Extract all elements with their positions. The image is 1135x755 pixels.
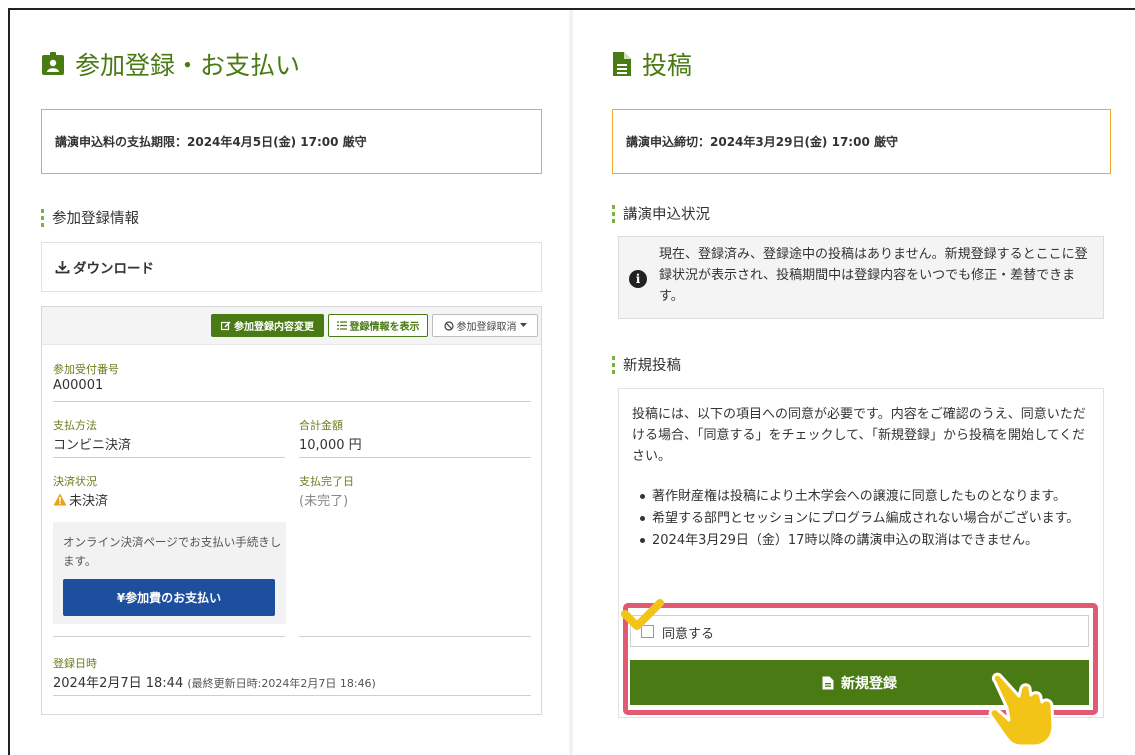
heading-marker: [612, 355, 615, 374]
registered-at-value: 2024年2月7日 18:44: [53, 676, 184, 691]
caret-down-icon: [519, 323, 527, 327]
id-badge-icon: [42, 52, 64, 75]
submission-deadline-notice: 講演申込締切：2024年3月29日(金) 17:00 厳守: [612, 109, 1111, 174]
registration-info-heading: 参加登録情報: [41, 207, 139, 228]
field-divider: [53, 695, 531, 696]
agree-checkbox-row[interactable]: 同意する: [630, 615, 1089, 647]
submission-deadline-text: 講演申込締切：2024年3月29日(金) 17:00 厳守: [626, 135, 898, 149]
new-submission-heading: 新規投稿: [612, 354, 681, 375]
registration-card: 参加登録内容変更 登録情報を表示 参加登録取消 参加受付番号 A00001 支払…: [41, 306, 542, 715]
last-updated-value: (最終更新日時:2024年2月7日 18:46): [187, 677, 376, 690]
registered-at: 2024年2月7日 18:44 (最終更新日時:2024年2月7日 18:46): [53, 672, 376, 691]
download-label: ダウンロード: [73, 261, 154, 277]
payment-deadline-notice: 講演申込料の支払期限：2024年4月5日(金) 17:00 厳守: [41, 109, 542, 174]
new-registration-label: 新規登録: [841, 675, 897, 692]
payment-status-label: 決済状況: [53, 475, 97, 488]
list-icon: [336, 321, 347, 330]
terms-list: 著作財産権は投稿により土木学会への譲渡に同意したものとなります。 希望する部門と…: [632, 486, 1098, 552]
new-submission-heading-text: 新規投稿: [623, 358, 681, 374]
cancel-registration-dropdown[interactable]: 参加登録取消: [432, 314, 538, 337]
submission-status-heading-text: 講演申込状況: [623, 207, 710, 223]
registration-toolbar: 参加登録内容変更 登録情報を表示 参加登録取消: [42, 307, 541, 345]
payment-method-value: コンビニ決済: [53, 438, 132, 453]
new-submission-intro: 投稿には、以下の項目への同意が必要です。内容をご確認のうえ、同意いただける場合、…: [632, 407, 1086, 464]
pay-fee-button[interactable]: ¥参加費のお支払い: [63, 579, 275, 616]
registration-info-heading-text: 参加登録情報: [52, 211, 139, 227]
online-payment-text: オンライン決済ページでお支払い手続きします。: [63, 535, 282, 568]
field-divider: [299, 636, 531, 637]
submission-title-text: 投稿: [642, 51, 693, 80]
download-card: ダウンロード: [41, 242, 542, 292]
cancel-registration-label: 参加登録取消: [456, 322, 517, 333]
info-icon: i: [629, 270, 647, 288]
heading-marker: [41, 208, 44, 227]
submission-status-info: i 現在、登録済み、登録途中の投稿はありません。新規登録するとここに登録状況が表…: [618, 236, 1104, 319]
payment-status-value: 未決済: [69, 494, 109, 509]
reception-number-label: 参加受付番号: [53, 363, 119, 376]
terms-item: 希望する部門とセッションにプログラム編成されない場合がございます。: [632, 508, 1098, 529]
show-registration-button[interactable]: 登録情報を表示: [328, 314, 428, 337]
ban-icon: [443, 320, 454, 331]
field-divider: [53, 457, 285, 458]
edit-icon: [221, 320, 231, 330]
edit-registration-label: 参加登録内容変更: [234, 322, 314, 333]
payment-status: 未決済: [53, 490, 108, 509]
terms-item: 2024年3月29日（金）17時以降の講演申込の取消はできません。: [632, 530, 1098, 551]
download-link[interactable]: ダウンロード: [55, 257, 154, 277]
payment-deadline-text: 講演申込料の支払期限：2024年4月5日(金) 17:00 厳守: [55, 135, 367, 149]
payment-method-label: 支払方法: [53, 419, 97, 432]
download-icon: [55, 261, 70, 274]
field-divider: [53, 636, 285, 637]
document-icon: [822, 676, 834, 689]
total-amount-label: 合計金額: [299, 419, 343, 432]
terms-item: 著作財産権は投稿により土木学会への譲渡に同意したものとなります。: [632, 486, 1098, 507]
edit-registration-button[interactable]: 参加登録内容変更: [211, 314, 324, 337]
field-divider: [299, 457, 531, 458]
submission-status-text: 現在、登録済み、登録途中の投稿はありません。新規登録するとここに登録状況が表示さ…: [659, 247, 1088, 304]
registration-title: 参加登録・お支払い: [41, 46, 300, 82]
column-divider: [569, 10, 573, 755]
reception-number-value: A00001: [53, 378, 104, 393]
submission-status-heading: 講演申込状況: [612, 203, 710, 224]
online-payment-panel: オンライン決済ページでお支払い手続きします。 ¥参加費のお支払い: [53, 522, 286, 624]
warning-icon: [53, 493, 67, 506]
registered-at-label: 登録日時: [53, 657, 97, 670]
heading-marker: [612, 204, 615, 223]
registration-title-text: 参加登録・お支払い: [75, 51, 301, 80]
document-icon: [613, 52, 631, 76]
pointing-hand-icon: [988, 672, 1055, 748]
agree-label: 同意する: [662, 627, 715, 642]
total-amount-value: 10,000 円: [299, 438, 362, 453]
field-divider: [53, 401, 531, 402]
checkmark-annotation-icon: [621, 599, 664, 630]
submission-title: 投稿: [612, 46, 692, 82]
show-registration-label: 登録情報を表示: [349, 322, 420, 333]
payment-completed-value: (未完了): [299, 494, 349, 509]
payment-completed-label: 支払完了日: [299, 475, 354, 488]
